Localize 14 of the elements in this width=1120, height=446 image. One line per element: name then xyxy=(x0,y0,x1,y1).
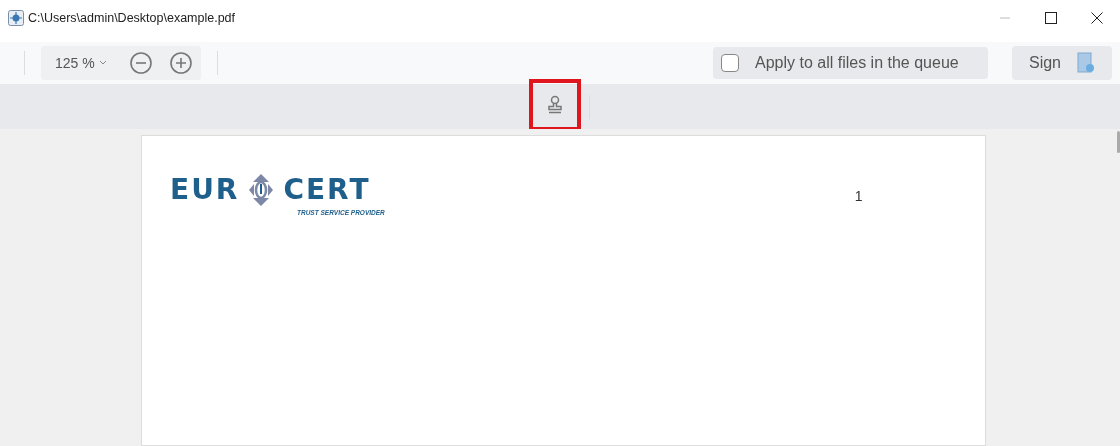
app-icon xyxy=(8,10,24,26)
apply-all-label: Apply to all files in the queue xyxy=(755,53,959,73)
maximize-icon xyxy=(1045,12,1057,24)
window-title: C:\Users\admin\Desktop\example.pdf xyxy=(28,9,236,27)
zoom-out-button[interactable] xyxy=(128,51,153,75)
sign-button[interactable]: Sign xyxy=(1012,46,1112,80)
close-icon xyxy=(1091,12,1103,24)
stamp-icon xyxy=(546,94,564,115)
logo-text: CERT xyxy=(283,176,371,204)
zoom-in-button[interactable] xyxy=(168,51,193,75)
logo-text: EUR xyxy=(170,176,240,204)
apply-all-checkbox[interactable] xyxy=(721,54,739,72)
caret-icon xyxy=(98,60,107,66)
page-number: 1 xyxy=(854,187,863,206)
